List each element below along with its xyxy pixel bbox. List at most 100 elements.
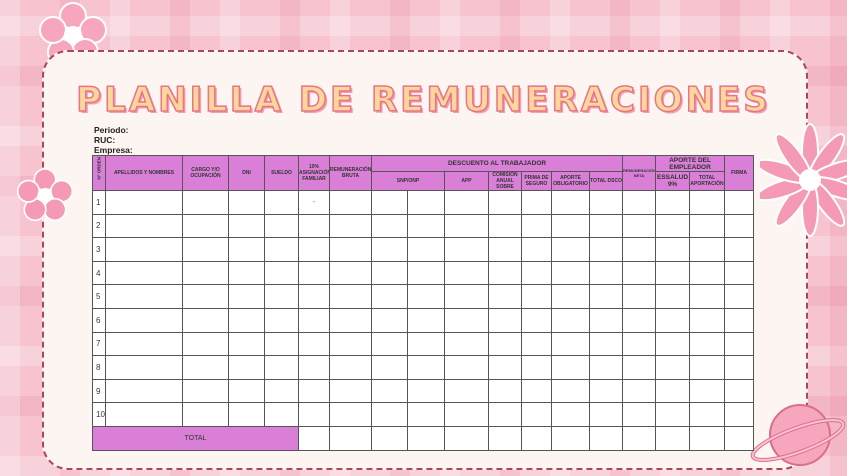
table-cell[interactable] [371, 378, 408, 404]
table-cell[interactable] [444, 402, 489, 427]
table-cell[interactable] [588, 378, 624, 404]
table-cell[interactable] [105, 355, 183, 380]
table-cell[interactable] [371, 190, 408, 215]
table-cell[interactable] [228, 284, 265, 309]
table-cell[interactable] [407, 307, 445, 333]
table-cell[interactable] [105, 378, 183, 404]
table-cell[interactable] [588, 190, 624, 215]
table-cell[interactable] [588, 307, 624, 333]
table-cell[interactable] [622, 402, 657, 427]
table-cell[interactable] [521, 307, 552, 333]
table-cell[interactable] [298, 284, 330, 309]
table-cell[interactable] [228, 260, 265, 286]
table-cell[interactable] [182, 355, 229, 380]
table-cell[interactable] [298, 237, 330, 262]
table-cell[interactable] [488, 307, 522, 333]
table-cell[interactable] [444, 260, 489, 286]
total-cell[interactable] [444, 425, 489, 451]
table-cell[interactable] [551, 378, 590, 404]
table-cell[interactable] [298, 260, 330, 286]
table-cell[interactable] [724, 307, 755, 333]
table-cell[interactable] [655, 402, 691, 427]
table-cell[interactable] [689, 378, 726, 404]
table-cell[interactable] [655, 237, 691, 262]
total-cell[interactable] [371, 425, 408, 451]
table-cell[interactable] [689, 355, 726, 380]
table-cell[interactable] [689, 284, 726, 309]
table-cell[interactable] [521, 260, 552, 286]
table-cell[interactable] [655, 284, 691, 309]
table-cell[interactable] [551, 284, 590, 309]
table-cell[interactable] [588, 355, 624, 380]
total-cell[interactable] [298, 425, 330, 451]
table-cell[interactable] [488, 190, 522, 215]
table-cell[interactable] [329, 237, 372, 262]
table-cell[interactable] [329, 190, 372, 215]
table-cell[interactable] [371, 213, 408, 239]
table-cell[interactable] [329, 355, 372, 380]
table-cell[interactable] [105, 237, 183, 262]
table-cell[interactable] [407, 331, 445, 357]
table-cell[interactable] [551, 307, 590, 333]
table-cell[interactable] [329, 402, 372, 427]
table-cell[interactable] [655, 331, 691, 357]
table-cell[interactable] [655, 190, 691, 215]
table-cell[interactable] [488, 331, 522, 357]
table-cell[interactable] [407, 213, 445, 239]
total-cell[interactable] [551, 425, 590, 451]
table-cell[interactable] [689, 260, 726, 286]
table-cell[interactable] [622, 260, 657, 286]
table-cell[interactable] [182, 213, 229, 239]
table-cell[interactable] [298, 331, 330, 357]
table-cell[interactable] [689, 190, 726, 215]
table-cell[interactable] [521, 331, 552, 357]
table-cell[interactable] [689, 307, 726, 333]
total-cell[interactable] [724, 425, 755, 451]
table-cell[interactable] [298, 355, 330, 380]
total-cell[interactable] [622, 425, 657, 451]
table-cell[interactable] [228, 307, 265, 333]
table-cell[interactable] [724, 237, 755, 262]
table-cell[interactable] [182, 378, 229, 404]
total-cell[interactable] [407, 425, 445, 451]
table-cell[interactable] [622, 355, 657, 380]
table-cell[interactable] [371, 284, 408, 309]
table-cell[interactable] [105, 260, 183, 286]
table-cell[interactable] [551, 213, 590, 239]
table-cell[interactable] [655, 260, 691, 286]
table-cell[interactable] [105, 331, 183, 357]
table-cell[interactable] [228, 213, 265, 239]
table-cell[interactable] [105, 307, 183, 333]
table-cell[interactable] [521, 284, 552, 309]
table-cell[interactable] [521, 190, 552, 215]
table-cell[interactable] [228, 331, 265, 357]
table-cell[interactable] [588, 331, 624, 357]
table-cell[interactable] [329, 378, 372, 404]
table-cell[interactable] [551, 402, 590, 427]
table-cell[interactable] [488, 355, 522, 380]
table-cell[interactable] [655, 307, 691, 333]
table-cell[interactable] [407, 190, 445, 215]
table-cell[interactable] [521, 355, 552, 380]
table-cell[interactable] [444, 190, 489, 215]
table-cell[interactable] [655, 213, 691, 239]
table-cell[interactable] [588, 260, 624, 286]
total-cell[interactable] [521, 425, 552, 451]
table-cell[interactable] [264, 284, 299, 309]
table-cell[interactable] [622, 237, 657, 262]
table-cell[interactable] [407, 260, 445, 286]
table-cell[interactable] [264, 331, 299, 357]
table-cell[interactable] [329, 213, 372, 239]
table-cell[interactable] [689, 331, 726, 357]
table-cell[interactable] [298, 213, 330, 239]
table-cell[interactable] [689, 213, 726, 239]
table-cell[interactable] [588, 402, 624, 427]
table-cell[interactable] [444, 284, 489, 309]
table-cell[interactable] [371, 307, 408, 333]
table-cell[interactable] [551, 260, 590, 286]
table-cell[interactable] [407, 402, 445, 427]
table-cell[interactable] [264, 260, 299, 286]
table-cell[interactable] [329, 307, 372, 333]
table-cell[interactable] [264, 190, 299, 215]
table-cell[interactable] [264, 378, 299, 404]
